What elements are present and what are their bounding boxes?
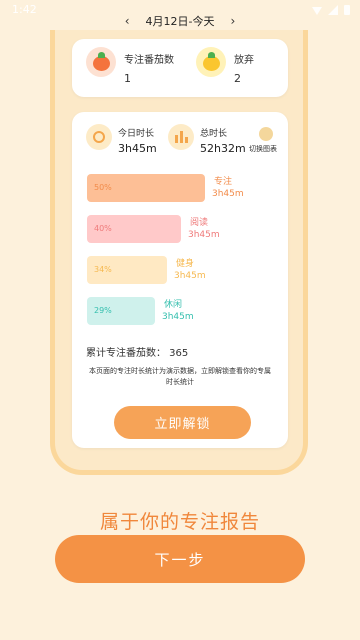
today-duration-label: 今日时长 (118, 129, 155, 139)
next-step-button[interactable]: 下一步 (55, 535, 305, 583)
category-percent: 40% (94, 224, 112, 233)
summary-card: 专注番茄数 1 放弃 2 (72, 39, 288, 97)
category-name: 休闲 (164, 300, 183, 310)
category-time: 3h45m (212, 189, 244, 199)
unlock-button[interactable]: 立即解锁 (114, 406, 251, 439)
category-name: 专注 (214, 177, 233, 187)
tomato-count-value: 1 (124, 72, 131, 85)
next-date-button[interactable]: › (230, 14, 235, 28)
date-navigator: ‹ 4月12日-今天 › (0, 12, 360, 30)
category-name: 阅读 (190, 218, 209, 228)
category-time: 3h45m (188, 230, 220, 240)
total-duration-stat: 总时长 52h32m (168, 124, 246, 155)
clock-icon (86, 124, 112, 150)
tomato-count-stat: 专注番茄数 1 (86, 47, 174, 85)
pineapple-icon (196, 47, 226, 77)
prev-date-button[interactable]: ‹ (125, 14, 130, 28)
demo-notice: 本页面的专注时长统计为演示数据，立即解锁查看你的专属时长统计 (89, 367, 271, 386)
category-percent: 29% (94, 306, 112, 315)
bar-chart-icon (168, 124, 194, 150)
date-label: 4月12日-今天 (145, 15, 215, 28)
switch-chart-button[interactable]: 切换图表 (249, 127, 280, 154)
switch-chart-label: 切换图表 (249, 145, 277, 153)
tomato-count-label: 专注番茄数 (124, 55, 174, 66)
total-duration-value: 52h32m (200, 142, 246, 155)
total-tomatoes: 累计专注番茄数： 365 (86, 348, 189, 359)
total-duration-label: 总时长 (200, 129, 228, 139)
giveup-stat: 放弃 2 (196, 47, 254, 85)
today-duration-stat: 今日时长 3h45m (86, 124, 157, 155)
tomato-icon (86, 47, 116, 77)
category-name: 健身 (176, 259, 195, 269)
report-title: 属于你的专注报告 (99, 511, 260, 533)
category-time: 3h45m (162, 312, 194, 322)
giveup-value: 2 (234, 72, 241, 85)
category-percent: 34% (94, 265, 112, 274)
category-percent: 50% (94, 183, 112, 192)
today-duration-value: 3h45m (118, 142, 157, 155)
switch-icon (259, 127, 273, 141)
giveup-label: 放弃 (234, 55, 254, 66)
category-time: 3h45m (174, 271, 206, 281)
